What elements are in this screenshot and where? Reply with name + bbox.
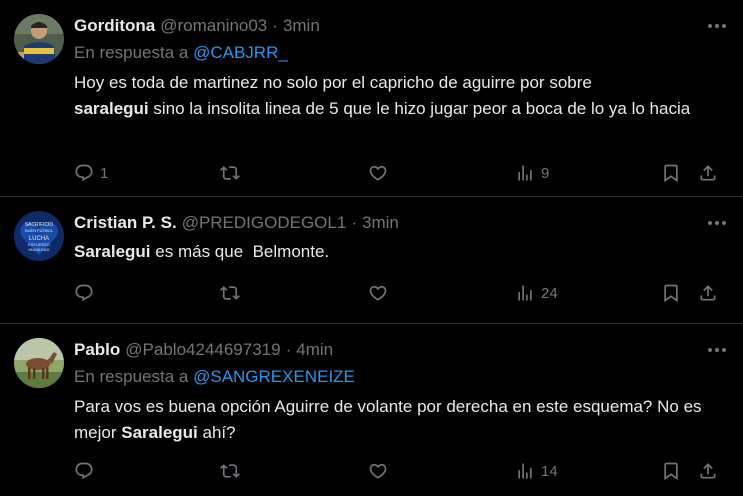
avatar-text: HUMILDAD	[29, 247, 50, 252]
like-button[interactable]	[368, 460, 388, 482]
views-icon	[515, 163, 535, 183]
bookmark-button[interactable]	[661, 460, 681, 482]
avatar-player-blue-shirt	[14, 14, 64, 64]
views-count: 14	[541, 462, 558, 480]
avatar-horse-field	[14, 338, 64, 388]
more-options-icon[interactable]	[705, 342, 729, 358]
like-button[interactable]	[368, 162, 388, 184]
action-bar: 14	[74, 460, 729, 482]
bookmark-button[interactable]	[661, 282, 681, 304]
tweet-text-bold: saralegui	[74, 99, 149, 118]
author-handle[interactable]: @romanino03	[160, 14, 267, 38]
views-count: 9	[541, 164, 550, 182]
avatar[interactable]: SACRIFICIO BUEN FÚTBOL LUCHA ESFUERZO HU…	[14, 211, 64, 261]
bookmark-icon	[661, 461, 681, 481]
tweet-text-part: Hoy es toda de martinez no solo por el c…	[74, 73, 592, 92]
tweet[interactable]: SACRIFICIO BUEN FÚTBOL LUCHA ESFUERZO HU…	[0, 197, 743, 324]
author-handle[interactable]: @PREDIGODEGOL1	[182, 211, 347, 235]
reply-button[interactable]	[74, 460, 94, 482]
action-bar: 1 9	[74, 162, 729, 184]
separator-dot: ·	[285, 340, 292, 359]
reply-mention-link[interactable]: @SANGREXENEIZE	[193, 367, 355, 386]
views-button[interactable]: 14	[515, 460, 558, 482]
reply-context: En respuesta a @CABJRR_	[74, 42, 729, 64]
tweet-text-part: sino la insolita linea de 5 que le hizo …	[148, 99, 691, 118]
reply-button[interactable]: 1	[74, 162, 108, 184]
reply-prefix: En respuesta a	[74, 43, 189, 62]
share-button[interactable]	[698, 162, 718, 184]
reply-button[interactable]	[74, 282, 94, 304]
retweet-icon	[220, 461, 240, 481]
author-name[interactable]: Pablo	[74, 338, 120, 362]
like-icon	[368, 461, 388, 481]
share-icon	[698, 163, 718, 183]
reply-icon	[74, 283, 94, 303]
reply-count: 1	[100, 164, 109, 182]
views-button[interactable]: 9	[515, 162, 549, 184]
action-bar: 24	[74, 282, 729, 304]
tweet[interactable]: Gorditona @romanino03 · 3min En respuest…	[0, 0, 743, 197]
tweet-text-bold: Saralegui	[74, 242, 151, 261]
reply-icon	[74, 461, 94, 481]
tweet-text-bold: Saralegui	[121, 423, 198, 442]
tweet-text: Para vos es buena opción Aguirre de vola…	[74, 394, 729, 446]
author-name[interactable]: Cristian P. S.	[74, 211, 177, 235]
reply-icon	[74, 163, 94, 183]
views-icon	[515, 283, 535, 303]
retweet-icon	[220, 163, 240, 183]
bookmark-icon	[661, 163, 681, 183]
avatar-text: BUEN FÚTBOL	[25, 228, 54, 233]
retweet-icon	[220, 283, 240, 303]
bookmark-button[interactable]	[661, 162, 681, 184]
reply-prefix: En respuesta a	[74, 367, 189, 386]
share-button[interactable]	[698, 282, 718, 304]
avatar-blue-heart-badge: SACRIFICIO BUEN FÚTBOL LUCHA ESFUERZO HU…	[14, 211, 64, 261]
like-button[interactable]	[368, 282, 388, 304]
share-icon	[698, 461, 718, 481]
avatar[interactable]	[14, 14, 64, 64]
tweet-text-part: ahí?	[197, 423, 236, 442]
timestamp[interactable]: 3min	[283, 14, 320, 38]
tweet-text: Saralegui es más que Belmonte.	[74, 239, 729, 265]
views-count: 24	[541, 284, 558, 302]
reply-mention-link[interactable]: @CABJRR_	[193, 43, 288, 62]
retweet-button[interactable]	[220, 282, 240, 304]
bookmark-icon	[661, 283, 681, 303]
retweet-button[interactable]	[220, 460, 240, 482]
views-icon	[515, 461, 535, 481]
reply-context: En respuesta a @SANGREXENEIZE	[74, 366, 729, 388]
avatar[interactable]	[14, 338, 64, 388]
like-icon	[368, 163, 388, 183]
views-button[interactable]: 24	[515, 282, 558, 304]
retweet-button[interactable]	[220, 162, 240, 184]
like-icon	[368, 283, 388, 303]
separator-dot: ·	[272, 16, 278, 35]
more-options-icon[interactable]	[705, 215, 729, 231]
timestamp[interactable]: 3min	[362, 211, 399, 235]
tweet-text: Hoy es toda de martinez no solo por el c…	[74, 70, 729, 122]
tweet-text-part: es más que Belmonte.	[150, 242, 330, 261]
more-options-icon[interactable]	[705, 18, 729, 34]
share-button[interactable]	[698, 460, 718, 482]
tweet[interactable]: Pablo @Pablo4244697319 · 4min En respues…	[0, 324, 743, 496]
timestamp[interactable]: 4min	[296, 338, 333, 362]
author-name[interactable]: Gorditona	[74, 14, 155, 38]
separator-dot: ·	[351, 213, 357, 232]
share-icon	[698, 283, 718, 303]
author-handle[interactable]: @Pablo4244697319	[125, 338, 280, 362]
